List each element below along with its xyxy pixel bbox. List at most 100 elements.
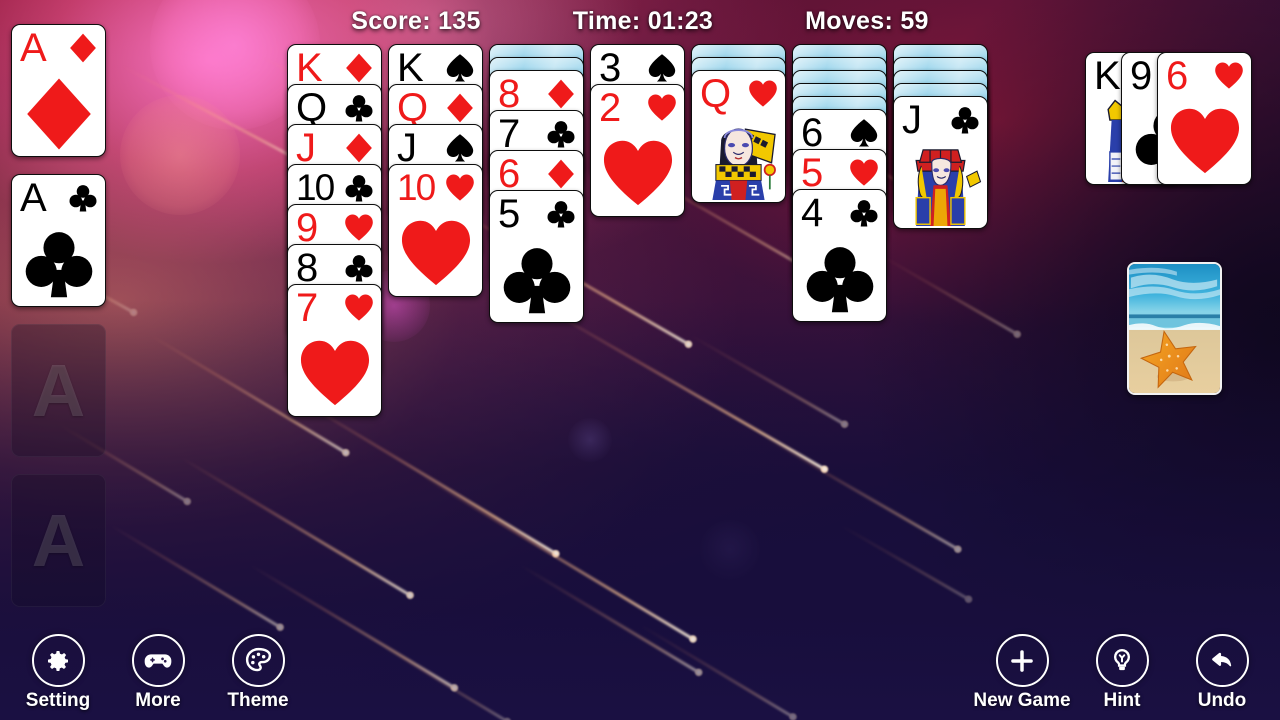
card-rank: 5	[801, 151, 824, 195]
waste-card[interactable]: 6	[1157, 52, 1252, 185]
hearts-pip-icon	[648, 94, 676, 121]
tableau-card[interactable]: 4	[792, 189, 887, 322]
card-rank: 3	[599, 46, 622, 90]
score-display: Score: 135	[351, 6, 481, 35]
clubs-pip-icon	[345, 95, 373, 122]
status-bar: Score: 135 Time: 01:23 Moves: 59	[0, 0, 1280, 42]
court-illustration	[695, 115, 782, 200]
toolbar-icon-circle	[231, 634, 285, 687]
clubs-pip-icon	[951, 107, 979, 134]
spades-pip-icon	[648, 54, 676, 82]
toolbar-button-undo[interactable]: Undo	[1167, 634, 1277, 712]
card-rank: Q	[296, 86, 328, 130]
card-rank: 8	[296, 246, 319, 290]
card-rank: 2	[599, 86, 622, 130]
toolbar-button-theme[interactable]: Theme	[203, 634, 313, 712]
card-rank: 8	[498, 72, 521, 116]
card-corner: J	[894, 98, 987, 142]
hearts-pip-icon	[1170, 108, 1239, 174]
card-rank: K	[1094, 54, 1121, 98]
card-corner: 7	[288, 286, 381, 330]
diamonds-pip-icon	[346, 133, 372, 163]
card-rank: 9	[296, 206, 319, 250]
queen-portrait-icon	[695, 115, 782, 200]
card-rank: 7	[498, 112, 521, 156]
clubs-pip-icon	[345, 255, 373, 282]
card-rank: K	[296, 46, 323, 90]
clubs-pip-icon	[547, 201, 575, 228]
hearts-pip-icon	[446, 174, 474, 201]
hearts-pip-icon	[749, 80, 777, 107]
card-corner: 10	[389, 166, 482, 210]
tableau-card[interactable]: 2	[590, 84, 685, 217]
foundation-slot-empty[interactable]: A	[11, 324, 106, 457]
tableau-card[interactable]: 5	[489, 190, 584, 323]
card-rank: 6	[801, 111, 824, 155]
card-corner: A	[12, 176, 105, 220]
foundation-placeholder-letter: A	[31, 498, 86, 582]
hearts-pip-icon	[300, 340, 369, 406]
toolbar-icon-circle	[995, 634, 1049, 687]
card-rank: 10	[397, 167, 436, 208]
hearts-pip-icon	[1215, 62, 1243, 89]
card-rank: 7	[296, 286, 319, 330]
toolbar-label: Setting	[25, 690, 91, 711]
diamonds-pip-icon	[346, 53, 372, 83]
toolbar-icon-circle	[131, 634, 185, 687]
toolbar-label: Undo	[1197, 690, 1247, 711]
hearts-pip-icon	[603, 140, 672, 206]
spades-pip-icon	[446, 134, 474, 162]
toolbar-button-new-game[interactable]: New Game	[967, 634, 1077, 712]
hearts-pip-icon	[345, 294, 373, 321]
toolbar-button-more[interactable]: More	[103, 634, 213, 712]
card-rank: Q	[397, 86, 429, 130]
toolbar-icon-circle	[1095, 634, 1149, 687]
card-rank: 6	[498, 152, 521, 196]
tableau-card[interactable]: Q	[691, 70, 786, 203]
clubs-pip-icon	[547, 121, 575, 148]
tableau-card[interactable]: J	[893, 96, 988, 229]
foundation-slot-empty[interactable]: A	[11, 474, 106, 607]
card-corner: Q	[692, 72, 785, 116]
stock-pile-card[interactable]	[1127, 262, 1222, 395]
gear-icon	[48, 650, 68, 671]
time-display: Time: 01:23	[572, 6, 714, 35]
card-rank: 5	[498, 192, 521, 236]
foundation-card[interactable]: A	[11, 174, 106, 307]
card-corner: 6	[1158, 54, 1251, 98]
palette-icon	[245, 647, 271, 672]
spades-pip-icon	[446, 54, 474, 82]
card-rank: 6	[1166, 54, 1189, 98]
moves-display: Moves: 59	[805, 6, 929, 35]
toolbar-label: Theme	[227, 690, 289, 711]
diamonds-pip-icon	[548, 79, 574, 109]
beach-starfish-icon	[1129, 264, 1220, 393]
toolbar-button-setting[interactable]: Setting	[3, 634, 113, 712]
clubs-pip-icon	[503, 248, 570, 314]
card-corner: 4	[793, 191, 886, 235]
card-rank: Q	[700, 72, 732, 116]
card-corner: 5	[490, 192, 583, 236]
card-rank: 4	[801, 191, 824, 235]
jack-portrait-icon	[897, 141, 984, 226]
toolbar-button-hint[interactable]: Hint	[1067, 634, 1177, 712]
clubs-pip-icon	[69, 185, 97, 212]
toolbar-label: More	[135, 690, 181, 711]
toolbar-label: New Game	[973, 690, 1071, 711]
diamonds-pip-icon	[26, 78, 91, 150]
court-illustration	[897, 141, 984, 226]
toolbar-icon-circle	[1195, 634, 1249, 687]
card-rank: K	[397, 46, 424, 90]
plus-icon	[1011, 649, 1033, 672]
foundation-placeholder-letter: A	[31, 348, 86, 432]
clubs-pip-icon	[345, 175, 373, 202]
lightbulb-icon	[1113, 648, 1131, 670]
card-corner: 2	[591, 86, 684, 130]
foundation-card[interactable]: A	[11, 24, 106, 157]
tableau-card[interactable]: 10	[388, 164, 483, 297]
clubs-pip-icon	[806, 247, 873, 313]
clubs-pip-icon	[25, 232, 92, 298]
card-rank: J	[902, 98, 922, 142]
tableau-card[interactable]: 7	[287, 284, 382, 417]
diamonds-pip-icon	[548, 159, 574, 189]
